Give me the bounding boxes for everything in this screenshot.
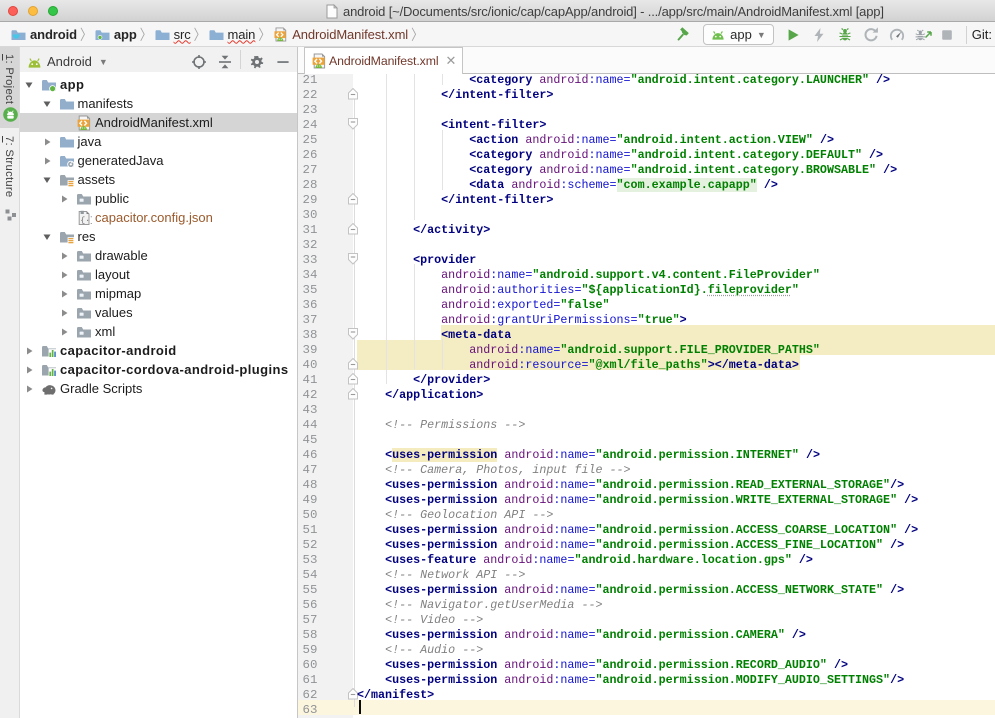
svg-text:{·}: {·}: [80, 216, 92, 225]
